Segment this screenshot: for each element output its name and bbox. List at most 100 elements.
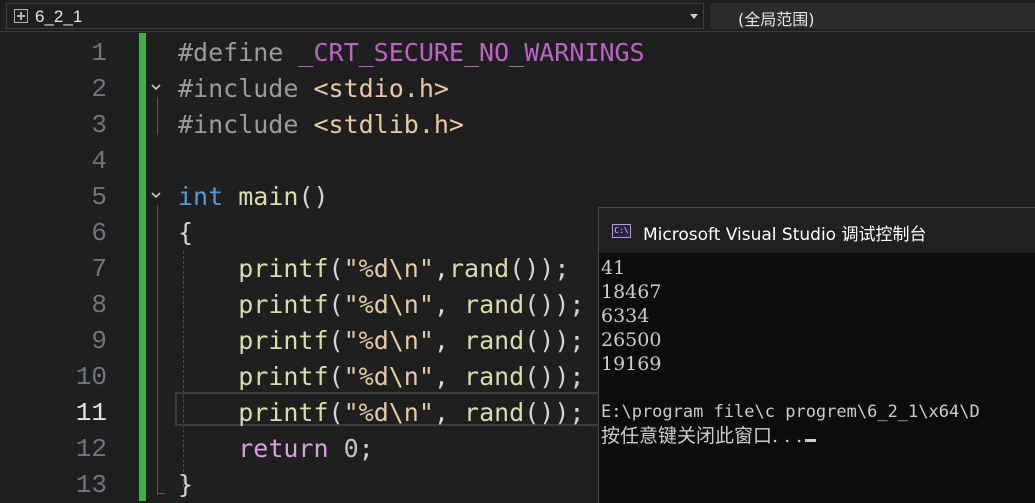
scope-dropdown[interactable]: (全局范围) (710, 3, 1035, 29)
code-token: ( (328, 326, 344, 355)
code-token: ()); (524, 290, 585, 319)
code-token: "%d\n" (343, 326, 434, 355)
code-token: ( (328, 362, 344, 391)
code-token: ( (328, 254, 344, 283)
code-token: ; (358, 434, 374, 463)
code-token: <stdio.h> (313, 74, 449, 103)
console-cursor (805, 439, 817, 442)
code-token: , (433, 254, 449, 283)
console-output-line: 6334 (601, 305, 650, 327)
code-token: rand (464, 290, 525, 319)
code-text[interactable]: { (178, 215, 193, 251)
code-line[interactable]: 4 (0, 143, 1035, 179)
line-number: 2 (91, 74, 107, 104)
code-token: } (178, 470, 194, 499)
console-app-icon: C:\ (612, 224, 631, 238)
code-token: main (238, 182, 299, 211)
code-text[interactable]: return 0; (178, 431, 374, 467)
line-number: 8 (91, 290, 107, 320)
code-token: () (298, 182, 329, 211)
code-token: , (433, 398, 465, 427)
code-token: , (433, 290, 465, 319)
code-token: ( (328, 290, 344, 319)
code-token: printf (238, 254, 329, 283)
code-token: #include (178, 110, 314, 139)
console-output: 41 18467 6334 26500 19169 E:\program fil… (601, 256, 1035, 448)
line-number: 4 (91, 146, 107, 176)
code-token: , (433, 326, 465, 355)
code-token: int (178, 182, 224, 211)
console-prompt: 按任意键关闭此窗口. . . (601, 425, 803, 447)
code-text[interactable]: printf("%d\n", rand()); (178, 323, 584, 359)
line-number: 12 (75, 434, 107, 464)
line-number: 9 (91, 326, 107, 356)
code-token: ()); (524, 362, 585, 391)
console-titlebar[interactable]: C:\ Microsoft Visual Studio 调试控制台 (599, 208, 1035, 253)
code-text[interactable]: int main() (178, 179, 329, 215)
code-line[interactable]: 1 #define _CRT_SECURE_NO_WARNINGS (0, 35, 1035, 71)
code-text[interactable]: #include <stdio.h> (178, 71, 449, 107)
line-number: 10 (75, 362, 107, 392)
console-prompt-line: 按任意键关闭此窗口. . . (601, 424, 1035, 448)
project-name: 6_2_1 (35, 7, 83, 26)
code-token: ()); (509, 254, 570, 283)
code-token: printf (238, 326, 329, 355)
line-number: 3 (91, 110, 107, 140)
code-token: ()); (524, 398, 585, 427)
code-token: <stdlib.h> (313, 110, 464, 139)
code-token: return (238, 434, 329, 463)
code-token: #define (178, 38, 299, 67)
code-token: ( (328, 398, 344, 427)
line-number: 6 (91, 218, 107, 248)
code-text[interactable]: } (178, 467, 193, 503)
line-number: 1 (91, 38, 107, 68)
code-token: rand (464, 362, 525, 391)
code-token: _CRT_SECURE_NO_WARNINGS (298, 38, 645, 67)
console-exit-line: E:\program file\c progrem\6_2_1\x64\D (601, 402, 980, 422)
code-token: rand (448, 254, 510, 283)
code-text[interactable]: printf("%d\n",rand()); (178, 251, 569, 287)
chevron-down-icon[interactable] (690, 14, 698, 19)
code-text[interactable]: #include <stdlib.h> (178, 107, 464, 143)
debug-console-window[interactable]: C:\ Microsoft Visual Studio 调试控制台 41 184… (598, 207, 1035, 503)
scope-label: (全局范围) (738, 10, 815, 29)
code-token: rand (464, 398, 525, 427)
console-output-line: 41 (601, 257, 626, 279)
console-output-line: 18467 (601, 281, 662, 303)
code-token: ()); (524, 326, 585, 355)
code-token: rand (464, 326, 525, 355)
console-output-line: 19169 (601, 353, 662, 375)
code-token: printf (238, 362, 329, 391)
code-token: { (178, 218, 194, 247)
code-text[interactable]: printf("%d\n", rand()); (178, 287, 584, 323)
project-dropdown[interactable]: 6_2_1 (6, 3, 704, 29)
code-token: "%d\n" (343, 362, 434, 391)
line-number: 5 (91, 182, 107, 212)
code-line[interactable]: 2 #include <stdio.h> (0, 71, 1035, 107)
code-text[interactable]: printf("%d\n", rand()); (178, 359, 584, 395)
project-icon (14, 9, 28, 23)
code-token: "%d\n" (343, 398, 434, 427)
code-text[interactable]: #define _CRT_SECURE_NO_WARNINGS (178, 35, 645, 71)
code-token: printf (238, 290, 329, 319)
code-line[interactable]: 3 #include <stdlib.h> (0, 107, 1035, 143)
code-token: 0 (343, 434, 359, 463)
line-number: 13 (75, 470, 107, 500)
console-title: Microsoft Visual Studio 调试控制台 (643, 225, 927, 245)
code-token: "%d\n" (343, 290, 434, 319)
code-token: #include (178, 74, 314, 103)
code-token: "%d\n" (343, 254, 434, 283)
code-token: printf (238, 398, 329, 427)
code-token: , (433, 362, 465, 391)
code-text[interactable]: printf("%d\n", rand()); (178, 395, 584, 431)
console-output-line: 26500 (601, 329, 662, 351)
